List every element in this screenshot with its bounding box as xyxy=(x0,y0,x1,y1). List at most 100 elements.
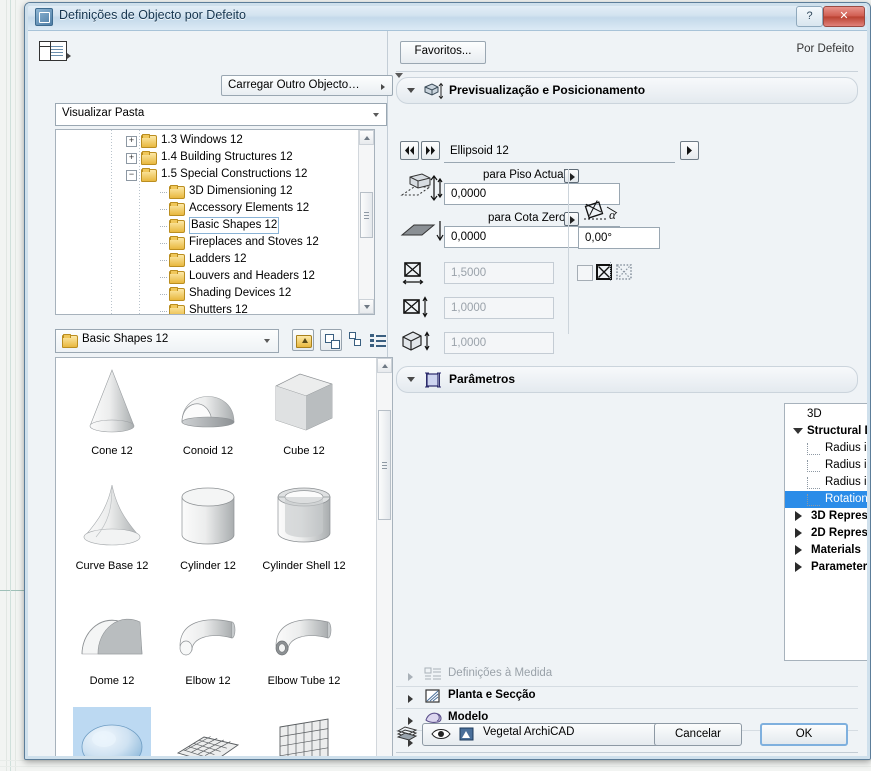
chevron-right-icon[interactable] xyxy=(795,511,802,521)
object-thumbnail[interactable]: Grid Horizontal 12 xyxy=(160,705,256,759)
tree-scrollbar[interactable] xyxy=(358,130,374,314)
parameter-row-selected[interactable]: Rotation30,00° xyxy=(785,491,870,508)
section-parameters[interactable]: Parâmetros xyxy=(396,366,858,393)
parameter-row[interactable]: Structural Dimensions xyxy=(785,423,870,440)
object-thumbnail[interactable]: Dome 12 xyxy=(64,590,160,705)
tree-item-label: 1.5 Special Constructions 12 xyxy=(161,168,308,180)
object-settings-arrow-icon[interactable] xyxy=(680,141,699,160)
to-zero-level-popup-icon[interactable] xyxy=(564,212,579,226)
tree-item[interactable]: 3D Dimensioning 12 xyxy=(56,183,358,200)
chevron-right-icon[interactable] xyxy=(795,545,802,555)
object-name-field[interactable]: Ellipsoid 12 xyxy=(444,141,675,163)
rotation-angle-field[interactable]: 0,00° xyxy=(578,227,660,249)
help-button[interactable]: ? xyxy=(796,6,823,27)
small-icons-view-icon[interactable] xyxy=(345,329,367,351)
tree-item[interactable]: Accessory Elements 12 xyxy=(56,200,358,217)
cylinder-icon xyxy=(170,479,246,555)
object-thumbnail[interactable]: Cone 12 xyxy=(64,360,160,475)
next-object-icon[interactable] xyxy=(421,141,440,160)
parameter-row[interactable]: 2D Representation xyxy=(785,525,870,542)
folder-up-icon[interactable] xyxy=(292,329,314,351)
list-view-toggle-icon[interactable] xyxy=(39,41,71,61)
mirror-unchecked-icon[interactable] xyxy=(577,265,593,281)
list-view-icon[interactable] xyxy=(367,329,389,351)
size-x-field[interactable]: 1,5000 xyxy=(444,262,554,284)
object-thumbnail[interactable]: Cylinder Shell 12 xyxy=(256,475,352,590)
visibility-eye-icon[interactable] xyxy=(431,727,451,741)
current-folder-dropdown[interactable]: Basic Shapes 12 xyxy=(55,329,279,353)
cancel-button[interactable]: Cancelar xyxy=(654,723,742,746)
parameter-row[interactable]: Parameters for Listing xyxy=(785,559,870,576)
tree-item[interactable]: Ladders 12 xyxy=(56,251,358,268)
mirror-dotted-icon[interactable] xyxy=(616,264,632,280)
parameters-icon xyxy=(423,371,443,389)
object-thumbnail[interactable]: Conoid 12 xyxy=(160,360,256,475)
parameter-row[interactable]: Radius in Z Direction0,5000 xyxy=(785,474,870,491)
object-thumbnail[interactable]: Elbow 12 xyxy=(160,590,256,705)
folder-icon xyxy=(169,184,185,199)
favorites-button[interactable]: Favoritos... xyxy=(400,41,486,64)
folder-icon xyxy=(169,286,185,301)
tree-item[interactable]: Shutters 12 xyxy=(56,302,358,314)
object-thumbnail-label: Cylinder 12 xyxy=(180,560,236,572)
object-thumbnail[interactable]: Ellipsoid 12 xyxy=(64,705,160,759)
chevron-right-icon[interactable] xyxy=(795,528,802,538)
object-thumbnail[interactable]: Cube 12 xyxy=(256,360,352,475)
tree-item[interactable]: +1.3 Windows 12 xyxy=(56,132,358,149)
scroll-thumb[interactable] xyxy=(360,192,373,238)
ok-button[interactable]: OK xyxy=(760,723,848,746)
section-title: Previsualização e Posicionamento xyxy=(449,83,646,97)
section-plan-section[interactable]: Planta e Secção xyxy=(396,686,858,709)
close-button[interactable]: ✕ xyxy=(823,6,865,27)
load-other-object-button[interactable]: Carregar Outro Objecto… xyxy=(221,75,393,96)
tree-item[interactable]: Louvers and Headers 12 xyxy=(56,268,358,285)
tree-item-label: Louvers and Headers 12 xyxy=(189,270,315,282)
chevron-down-icon[interactable] xyxy=(793,428,803,434)
object-settings-icon xyxy=(35,8,53,26)
size-y-field[interactable]: 1,0000 xyxy=(444,297,554,319)
section-preview-positioning[interactable]: Previsualização e Posicionamento xyxy=(396,77,858,104)
title-bar[interactable]: Definições de Objecto por Defeito ? ✕ xyxy=(25,3,870,31)
tree-connector-icon xyxy=(807,460,820,472)
large-icons-view-icon[interactable] xyxy=(320,329,342,351)
conoid-icon xyxy=(170,364,246,440)
prev-object-icon[interactable] xyxy=(400,141,419,160)
scroll-down-button[interactable] xyxy=(359,299,374,314)
to-current-story-popup-icon[interactable] xyxy=(564,169,579,183)
size-z-field[interactable]: 1,0000 xyxy=(444,332,554,354)
parameters-table[interactable]: 3DDetailed Structural Dimensions Radius in… xyxy=(784,403,870,661)
object-thumbnail[interactable]: Elbow Tube 12 xyxy=(256,590,352,705)
object-thumbnail-grid[interactable]: Cone 12 Conoid 12 Cube 12 Curve Base 12 Cyli… xyxy=(55,357,393,759)
tree-item[interactable]: Fireplaces and Stoves 12 xyxy=(56,234,358,251)
section-custom-settings[interactable]: Definições à Medida xyxy=(396,664,858,687)
tree-expander[interactable]: + xyxy=(126,136,137,147)
parameter-row[interactable]: 3D Representation xyxy=(785,508,870,525)
layer-swatch-icon xyxy=(459,727,474,741)
parameter-name: Radius in X Direction xyxy=(825,442,870,454)
scroll-up-button[interactable] xyxy=(359,130,374,145)
folder-icon xyxy=(169,218,185,233)
folder-view-dropdown[interactable]: Visualizar Pasta xyxy=(55,103,387,126)
tree-item[interactable]: Basic Shapes 12 xyxy=(56,217,358,234)
tree-expander[interactable]: + xyxy=(126,153,137,164)
tree-expander[interactable]: − xyxy=(126,170,137,181)
grid-vertical-icon xyxy=(266,709,342,759)
parameter-row[interactable]: Materials xyxy=(785,542,870,559)
tree-item[interactable]: − 1.5 Special Constructions 12 xyxy=(56,166,358,183)
object-thumbnail[interactable]: Grid Vertical 12 xyxy=(256,705,352,759)
parameter-row[interactable]: Radius in Y Direction0,5000 xyxy=(785,457,870,474)
tree-item[interactable]: +1.4 Building Structures 12 xyxy=(56,149,358,166)
to-current-story-label: para Piso Actual xyxy=(483,169,567,181)
tree-connector-icon xyxy=(160,192,168,193)
object-thumbnail[interactable]: Curve Base 12 xyxy=(64,475,160,590)
parameter-row[interactable]: Radius in X Direction0,7500 xyxy=(785,440,870,457)
arrow-right-icon xyxy=(381,84,385,90)
chevron-right-icon xyxy=(408,695,413,703)
folder-tree[interactable]: +1.3 Windows 12 +1.4 Building Structures … xyxy=(55,129,375,315)
dialog-footer: Vegetal ArchiCAD Cancelar OK xyxy=(396,723,858,749)
object-thumbnail[interactable]: Cylinder 12 xyxy=(160,475,256,590)
object-thumbnail-label: Elbow Tube 12 xyxy=(267,675,341,687)
chevron-right-icon[interactable] xyxy=(795,562,802,572)
tree-item[interactable]: Shading Devices 12 xyxy=(56,285,358,302)
plan-section-icon xyxy=(424,689,442,705)
